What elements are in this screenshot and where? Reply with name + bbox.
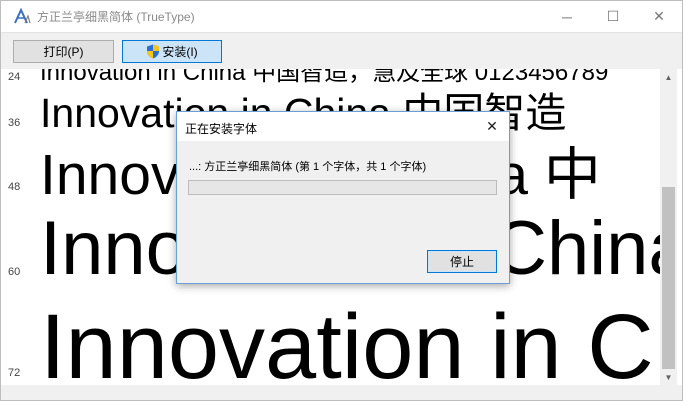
close-icon: ✕ [486,117,498,134]
close-icon: ✕ [653,8,665,24]
stop-button-label: 停止 [449,255,474,269]
size-label: 60 [8,266,21,278]
maximize-button[interactable]: ☐ [590,1,636,32]
title-bar: 方正兰亭细黑简体 (TrueType) ─ ☐ ✕ [1,1,682,32]
dialog-title: 正在安装字体 [185,122,258,136]
font-viewer-icon [14,8,31,24]
sample-text: Innovation in China [40,296,660,385]
maximize-icon: ☐ [606,8,620,24]
size-label: 24 [8,71,21,83]
install-button-label: 安装(I) [162,45,198,59]
print-button[interactable]: 打印(P) [13,40,114,63]
window-title: 方正兰亭细黑简体 (TrueType) [37,10,195,24]
minimize-button[interactable]: ─ [544,1,590,32]
vertical-scrollbar[interactable]: ▲ ▼ [660,69,677,385]
dialog-close-button[interactable]: ✕ [479,114,505,138]
font-viewer-window: 方正兰亭细黑简体 (TrueType) ─ ☐ ✕ 打印(P) 安装(I) 24… [0,0,683,401]
sample-text: Innovation in China 中国智造，慧及全球 0123456789 [40,69,609,86]
install-status-text: ...: 方正兰亭细黑简体 (第 1 个字体，共 1 个字体) [189,161,427,173]
minimize-icon: ─ [562,8,572,25]
print-button-label: 打印(P) [43,45,84,59]
close-button[interactable]: ✕ [636,1,682,32]
scrollbar-thumb[interactable] [662,187,675,369]
install-progress-bar [188,180,497,195]
bottom-border-strip [1,385,682,400]
size-label: 48 [8,181,21,193]
scroll-down-arrow-icon[interactable]: ▼ [660,369,677,385]
install-button[interactable]: 安装(I) [122,40,222,63]
install-progress-dialog: 正在安装字体 ✕ ...: 方正兰亭细黑简体 (第 1 个字体，共 1 个字体)… [176,111,510,284]
scroll-up-arrow-icon[interactable]: ▲ [660,69,677,85]
shield-icon [147,44,160,59]
dialog-title-bar: 正在安装字体 ✕ [177,112,509,141]
stop-button[interactable]: 停止 [427,250,497,273]
size-label: 72 [8,367,21,379]
toolbar: 打印(P) 安装(I) [1,32,682,69]
size-label: 36 [8,117,21,129]
